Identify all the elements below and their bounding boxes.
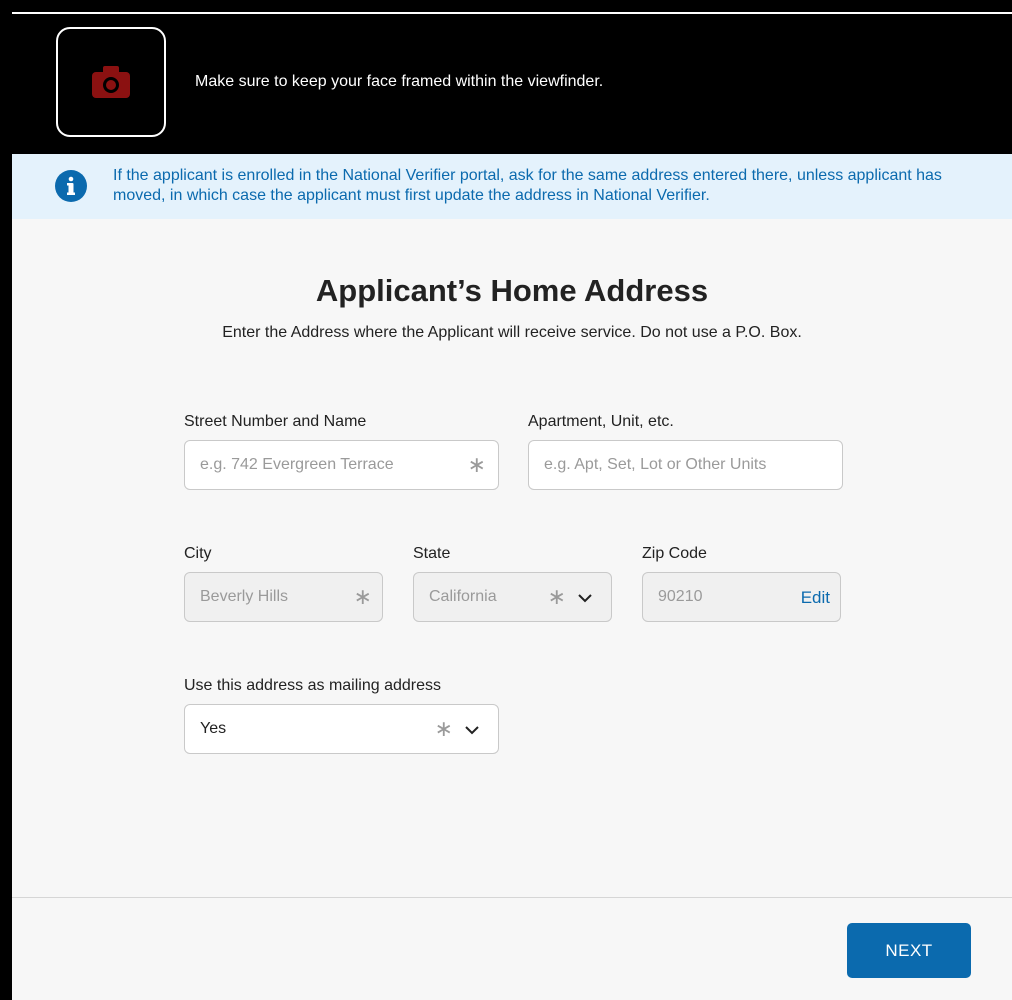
- page-subtitle: Enter the Address where the Applicant wi…: [222, 324, 802, 341]
- apartment-field[interactable]: [528, 440, 843, 490]
- required-asterisk-icon: ∗: [434, 717, 453, 742]
- required-asterisk-icon: ∗: [547, 585, 566, 610]
- street-field[interactable]: ∗: [184, 440, 499, 490]
- chevron-down-icon[interactable]: [464, 722, 480, 738]
- apartment-label: Apartment, Unit, etc.: [528, 413, 674, 430]
- zip-label: Zip Code: [642, 545, 707, 562]
- street-input[interactable]: [200, 441, 470, 489]
- required-asterisk-icon: ∗: [467, 453, 486, 478]
- app-frame: Make sure to keep your face framed withi…: [0, 0, 1012, 1000]
- mailing-label: Use this address as mailing address: [184, 677, 442, 694]
- next-button[interactable]: NEXT: [847, 923, 971, 978]
- zip-value: 90210: [658, 588, 703, 605]
- apartment-input[interactable]: [544, 441, 829, 489]
- viewfinder[interactable]: [56, 27, 166, 137]
- camera-icon: [92, 66, 130, 98]
- state-value: California: [429, 588, 497, 605]
- street-label: Street Number and Name: [184, 413, 367, 430]
- footer: NEXT: [12, 897, 1012, 1000]
- info-banner-text: If the applicant is enrolled in the Nati…: [113, 167, 942, 204]
- camera-bar: Make sure to keep your face framed withi…: [12, 14, 1012, 154]
- info-banner: If the applicant is enrolled in the Nati…: [12, 154, 1012, 219]
- state-select[interactable]: California ∗: [413, 572, 612, 622]
- state-label: State: [413, 545, 451, 562]
- city-value: Beverly Hills: [200, 588, 289, 605]
- mailing-select[interactable]: Yes ∗: [184, 704, 499, 754]
- camera-message: Make sure to keep your face framed withi…: [195, 73, 604, 90]
- address-form: Applicant’s Home Address Enter the Addre…: [12, 219, 1012, 897]
- required-asterisk-icon: ∗: [353, 585, 372, 610]
- zip-field[interactable]: 90210 Edit: [642, 572, 841, 622]
- mailing-value: Yes: [200, 720, 227, 737]
- info-icon: [55, 170, 87, 202]
- city-field[interactable]: Beverly Hills ∗: [184, 572, 383, 622]
- city-label: City: [184, 545, 212, 562]
- chevron-down-icon[interactable]: [577, 590, 593, 606]
- zip-edit-link[interactable]: Edit: [801, 588, 830, 608]
- page-title: Applicant’s Home Address: [315, 273, 709, 308]
